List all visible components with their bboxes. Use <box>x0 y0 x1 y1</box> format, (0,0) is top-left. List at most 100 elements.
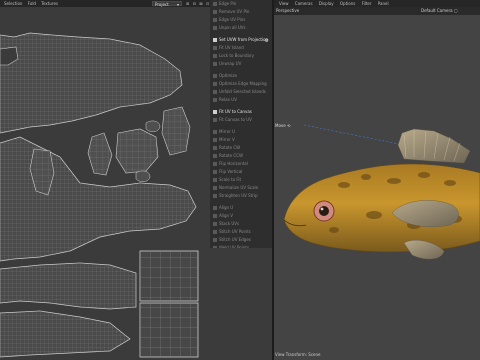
uv-command-label: Rotate CW <box>219 145 241 150</box>
uv-command-label: Lock to Boundary <box>219 53 254 58</box>
uv-command-item[interactable]: Unpin all UVs <box>210 24 272 32</box>
command-icon <box>213 146 217 150</box>
uv-editor-canvas[interactable] <box>0 7 210 360</box>
uv-command-label: Stitch UV Edges <box>219 237 251 242</box>
uv-command-item[interactable]: Flip Horizontal <box>210 160 272 168</box>
command-icon <box>213 206 217 210</box>
uv-command-item[interactable]: Remove UV Pin <box>210 8 272 16</box>
uv-command-item[interactable]: Mirror U <box>210 128 272 136</box>
command-icon <box>213 162 217 166</box>
viewport-header: Perspective Default Camera ▢ <box>274 7 480 15</box>
uv-command-item[interactable]: Lock to Boundary <box>210 52 272 60</box>
uv-command-item[interactable]: Rotate CW <box>210 144 272 152</box>
command-icon <box>213 186 217 190</box>
command-icon <box>213 194 217 198</box>
uv-command-label: Unfold Selected Islands <box>219 89 266 94</box>
command-icon <box>213 178 217 182</box>
command-icon <box>213 118 217 122</box>
uv-command-item[interactable]: Align V <box>210 212 272 220</box>
command-icon <box>213 2 217 6</box>
command-icon <box>213 38 217 42</box>
uv-command-item[interactable]: Straighten UV Strip <box>210 192 272 200</box>
uv-menu-textures[interactable]: Textures <box>41 0 58 7</box>
uv-command-item[interactable]: Normalize UV Scale <box>210 184 272 192</box>
uv-command-label: Edge Pin <box>219 1 237 6</box>
viewport-menu-options[interactable]: Options <box>340 0 355 7</box>
uv-command-label: Fit UV Island <box>219 45 244 50</box>
uv-command-item[interactable]: Stitch UV Points <box>210 228 272 236</box>
uv-command-label: Normalize UV Scale <box>219 185 259 190</box>
uv-command-item[interactable]: Align U <box>210 204 272 212</box>
command-icon <box>213 98 217 102</box>
uv-command-item[interactable]: Edge Pin <box>210 0 272 8</box>
command-icon <box>213 138 217 142</box>
uv-command-label: Optimize Edge Mapping <box>219 81 267 86</box>
uv-command-label: Align U <box>219 205 234 210</box>
command-icon <box>213 170 217 174</box>
uv-command-item[interactable]: Fit Canvas to UV <box>210 116 272 124</box>
uv-island-eye-2 <box>145 120 161 132</box>
uv-command-item[interactable]: Stitch UV Edges <box>210 236 272 244</box>
viewport-menu-filter[interactable]: Filter <box>362 0 372 7</box>
uv-command-item[interactable]: Set UVW from Projection ⚙ <box>210 36 272 44</box>
command-icon <box>213 90 217 94</box>
move-axis-line <box>303 124 405 146</box>
uv-command-label: Optimize <box>219 73 237 78</box>
uv-command-item[interactable]: Optimize Edge Mapping <box>210 80 272 88</box>
camera-label[interactable]: Default Camera ▢ <box>421 8 458 13</box>
command-icon <box>213 154 217 158</box>
uv-command-item[interactable]: Scale to Fit <box>210 176 272 184</box>
uv-command-item[interactable]: Optimize <box>210 72 272 80</box>
uv-command-label: Mirror V <box>219 137 235 142</box>
command-icon <box>213 26 217 30</box>
command-icon <box>213 222 217 226</box>
uv-menu-selection[interactable]: Selection <box>4 0 22 7</box>
uv-command-label: Straighten UV Strip <box>219 193 258 198</box>
command-icon <box>213 62 217 66</box>
uv-command-item[interactable]: Stack UVs <box>210 220 272 228</box>
uv-command-label: Scale to Fit <box>219 177 242 182</box>
uv-command-label: Flip Vertical <box>219 169 243 174</box>
uv-menu-fold[interactable]: Fold <box>28 0 36 7</box>
uv-command-item[interactable]: Mirror V <box>210 136 272 144</box>
fish-model-render <box>283 124 480 260</box>
uv-command-item[interactable]: Fit UV to Canvas <box>210 108 272 116</box>
uv-command-label: Remove UV Pin <box>219 9 250 14</box>
move-axis-label[interactable]: Move ⟲ <box>275 123 290 128</box>
view-name-label[interactable]: Perspective <box>276 8 299 13</box>
uv-command-label: Mirror U <box>219 129 235 134</box>
command-icon <box>213 214 217 218</box>
command-icon <box>213 10 217 14</box>
uv-command-item[interactable]: Relax UV <box>210 96 272 104</box>
uv-command-label: Set UVW from Projection <box>219 37 269 42</box>
uv-command-item[interactable]: Edge UV Pins <box>210 16 272 24</box>
uv-command-item[interactable]: Unwrap UV <box>210 60 272 68</box>
uv-command-label: Stack UVs <box>219 221 240 226</box>
viewport-menu-cameras[interactable]: Cameras <box>295 0 313 7</box>
command-icon <box>213 110 217 114</box>
uv-command-label: Stitch UV Points <box>219 229 251 234</box>
3d-viewport[interactable]: Move ⟲ View Transform: Scene <box>274 15 480 360</box>
uv-command-label: Align V <box>219 213 234 218</box>
projection-select[interactable]: Project ▾ <box>152 1 182 7</box>
uv-command-label: Unwrap UV <box>219 61 242 66</box>
uv-command-label: Fit Canvas to UV <box>219 117 252 122</box>
command-icon <box>213 54 217 58</box>
command-icon <box>213 74 217 78</box>
command-icon <box>213 46 217 50</box>
command-icon <box>213 18 217 22</box>
command-icon <box>213 130 217 134</box>
uv-commands-panel: Edge Pin Remove UV Pin Edge UV Pins Unpin a… <box>210 0 272 266</box>
uv-command-label: Flip Horizontal <box>219 161 248 166</box>
uv-command-item[interactable]: Rotate CCW <box>210 152 272 160</box>
command-icon <box>213 238 217 242</box>
viewport-menubar: View Cameras Display Options Filter Pane… <box>274 0 480 7</box>
viewport-menu-display[interactable]: Display <box>319 0 334 7</box>
viewport-menu-view[interactable]: View <box>279 0 289 7</box>
viewport-menu-panel[interactable]: Panel <box>378 0 389 7</box>
uv-command-item[interactable]: Fit UV Island <box>210 44 272 52</box>
uv-island-eye-1 <box>135 170 151 182</box>
uv-command-item[interactable]: Unfold Selected Islands <box>210 88 272 96</box>
side-panel-empty-area <box>210 248 272 360</box>
uv-command-item[interactable]: Flip Vertical <box>210 168 272 176</box>
